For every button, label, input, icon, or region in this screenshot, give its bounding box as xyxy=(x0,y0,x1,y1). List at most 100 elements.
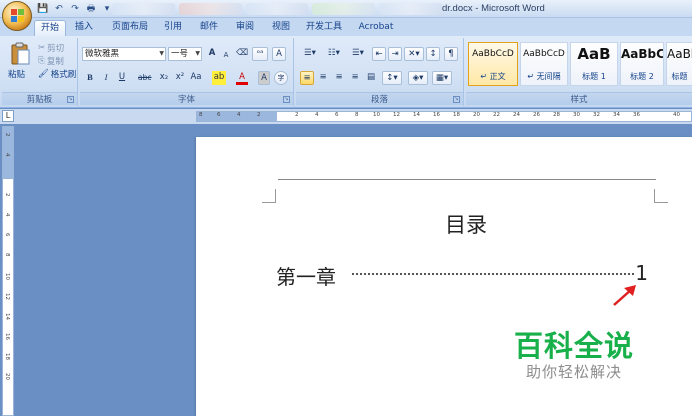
phonetic-guide-button[interactable]: ᵒᵃ xyxy=(252,47,268,61)
increase-indent-icon[interactable]: ⇥ xyxy=(388,47,402,61)
ruler-tick: 18 xyxy=(4,353,10,360)
enclose-characters-button[interactable]: 字 xyxy=(274,71,288,85)
style-title[interactable]: AaBb 标题 xyxy=(666,42,692,86)
ruler-tick: 4 xyxy=(237,112,241,118)
chevron-down-icon[interactable]: ▼ xyxy=(195,48,200,60)
vertical-ruler[interactable]: 2 4 2 4 6 8 10 12 14 16 18 20 xyxy=(2,126,14,416)
bullets-icon[interactable]: ☰▾ xyxy=(300,47,320,61)
style-normal[interactable]: AaBbCcD ↵ 正文 xyxy=(468,42,518,86)
font-family-combo[interactable]: 微软雅黑 ▼ xyxy=(82,47,166,61)
toc-heading[interactable]: 目录 xyxy=(196,209,692,239)
tab-acrobat[interactable]: Acrobat xyxy=(356,20,396,36)
ruler-tick: 8 xyxy=(199,112,203,118)
cut-label: 剪切 xyxy=(47,44,65,54)
header-separator-line xyxy=(278,179,656,180)
scissors-icon: ✂ xyxy=(38,43,46,53)
styles-group: AaBbCcD ↵ 正文 AaBbCcD ↵ 无间隔 AaB 标题 1 AaBb… xyxy=(466,38,692,106)
ruler-tick: 2 xyxy=(257,112,261,118)
style-name: ↵ 无间隔 xyxy=(527,72,561,81)
underline-button[interactable]: U xyxy=(116,71,128,85)
chinese-layout-icon[interactable]: ✕▾ xyxy=(404,47,424,61)
ruler-tick: 8 xyxy=(355,112,359,118)
align-left-icon[interactable]: ≡ xyxy=(300,71,314,85)
justify-icon[interactable]: ≡ xyxy=(348,71,362,85)
redo-icon[interactable]: ↷ xyxy=(68,3,82,16)
blurred-tab xyxy=(112,3,175,15)
strikethrough-button[interactable]: abc xyxy=(138,71,151,85)
multilevel-list-icon[interactable]: ☰▾ xyxy=(348,47,368,61)
style-sample: AaB xyxy=(577,45,611,63)
tab-review[interactable]: 审阅 xyxy=(232,20,258,36)
style-heading-2[interactable]: AaBbC 标题 2 xyxy=(620,42,664,86)
watermark-logo-text: 百科全说 xyxy=(514,329,635,363)
char-border-button[interactable]: A xyxy=(272,47,286,61)
show-marks-icon[interactable]: ¶ xyxy=(444,47,458,61)
grow-font-button[interactable]: A xyxy=(206,47,218,61)
ruler-tick: 10 xyxy=(4,273,10,280)
font-size-combo[interactable]: 一号 ▼ xyxy=(168,47,202,61)
title-bar: 💾 ↶ ↷ 🖶 ▾ dr.docx - Microsoft Word xyxy=(0,0,692,18)
document-page[interactable]: 目录 第一章 1 百科全说 助你轻松解决 xyxy=(196,137,692,416)
tab-mailings[interactable]: 邮件 xyxy=(196,20,222,36)
ruler-tick: 26 xyxy=(533,112,540,118)
chevron-down-icon[interactable]: ▼ xyxy=(159,48,164,60)
shrink-font-button[interactable]: A xyxy=(220,49,232,63)
numbering-icon[interactable]: ☷▾ xyxy=(324,47,344,61)
toc-entry-label: 第一章 xyxy=(276,265,336,289)
decrease-indent-icon[interactable]: ⇤ xyxy=(372,47,386,61)
crop-mark-top-right xyxy=(654,189,668,203)
sort-icon[interactable]: ↕ xyxy=(426,47,440,61)
print-preview-icon[interactable]: 🖶 xyxy=(84,3,98,16)
change-case-button[interactable]: Aa xyxy=(190,71,202,85)
style-heading-1[interactable]: AaB 标题 1 xyxy=(570,42,618,86)
tab-page-layout[interactable]: 页面布局 xyxy=(108,20,152,36)
align-center-icon[interactable]: ≡ xyxy=(316,71,330,85)
char-shading-button[interactable]: A xyxy=(258,71,270,85)
style-no-spacing[interactable]: AaBbCcD ↵ 无间隔 xyxy=(520,42,568,86)
format-painter-button[interactable]: 🖌 格式刷 xyxy=(38,68,76,80)
font-color-button[interactable]: A xyxy=(236,71,248,85)
paste-label[interactable]: 粘贴 xyxy=(8,68,25,80)
office-button[interactable] xyxy=(2,1,32,31)
highlight-button[interactable]: ab xyxy=(212,71,226,85)
ribbon-tabs: 开始 插入 页面布局 引用 邮件 审阅 视图 开发工具 Acrobat xyxy=(0,18,692,36)
tab-developer[interactable]: 开发工具 xyxy=(304,20,344,36)
ruler-tick: 6 xyxy=(335,112,339,118)
shading-icon[interactable]: ◈▾ xyxy=(408,71,428,85)
horizontal-ruler[interactable]: 8 6 4 2 2 4 6 8 10 12 14 16 18 20 22 24 … xyxy=(196,111,692,122)
ruler-tick: 4 xyxy=(4,153,10,157)
ruler-tick: 34 xyxy=(613,112,620,118)
tab-view[interactable]: 视图 xyxy=(268,20,294,36)
bold-button[interactable]: B xyxy=(84,71,96,85)
style-sample: AaBbCcD xyxy=(523,49,565,59)
borders-icon[interactable]: ▦▾ xyxy=(432,71,452,85)
style-name: ↵ 正文 xyxy=(480,72,506,81)
font-launcher-icon[interactable]: ↘ xyxy=(283,96,290,103)
quick-access-toolbar: 💾 ↶ ↷ 🖶 ▾ xyxy=(34,2,114,16)
clipboard-launcher-icon[interactable]: ↘ xyxy=(67,96,74,103)
toc-entry[interactable]: 第一章 1 xyxy=(276,261,648,289)
ruler-tick: 16 xyxy=(4,333,10,340)
cut-button[interactable]: ✂ 剪切 xyxy=(38,42,64,54)
undo-icon[interactable]: ↶ xyxy=(52,3,66,16)
ruler-tick: 18 xyxy=(453,112,460,118)
line-spacing-icon[interactable]: ↕▾ xyxy=(382,71,402,85)
tab-insert[interactable]: 插入 xyxy=(70,20,98,36)
copy-button[interactable]: ⎘ 复制 xyxy=(38,55,64,67)
save-icon[interactable]: 💾 xyxy=(36,3,50,16)
superscript-button[interactable]: x² xyxy=(174,71,186,85)
subscript-button[interactable]: x₂ xyxy=(158,71,170,85)
paste-button[interactable] xyxy=(10,42,30,66)
copy-icon: ⎘ xyxy=(38,56,45,66)
align-right-icon[interactable]: ≡ xyxy=(332,71,346,85)
tab-references[interactable]: 引用 xyxy=(160,20,186,36)
tab-selector[interactable]: L xyxy=(2,110,14,122)
paragraph-launcher-icon[interactable]: ↘ xyxy=(453,96,460,103)
toc-page-number: 1 xyxy=(635,261,648,285)
italic-button[interactable]: I xyxy=(100,71,112,85)
tab-home[interactable]: 开始 xyxy=(34,20,66,36)
ruler-tick: 14 xyxy=(4,313,10,320)
clear-format-button[interactable]: ⌫ xyxy=(236,47,248,61)
font-size-value: 一号 xyxy=(171,49,189,59)
distributed-icon[interactable]: ▤ xyxy=(364,71,378,85)
